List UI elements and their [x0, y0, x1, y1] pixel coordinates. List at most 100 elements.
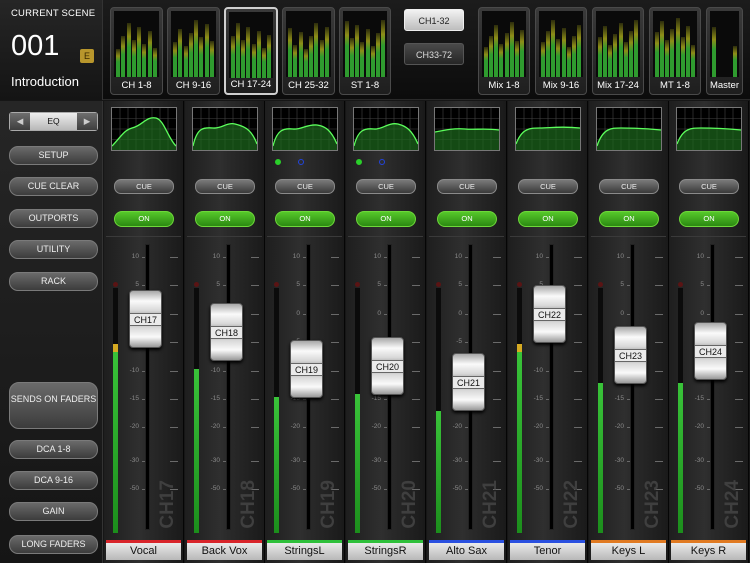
channel-name[interactable]: Vocal: [106, 543, 181, 560]
cue-button[interactable]: CUE: [518, 179, 578, 194]
scale-label: -30: [290, 456, 300, 464]
gain-button[interactable]: GAIN: [9, 502, 98, 521]
eq-graph[interactable]: [111, 107, 177, 151]
bank-thumb-9[interactable]: MT 1-8: [649, 7, 701, 95]
channel-name[interactable]: Alto Sax: [429, 543, 504, 560]
dca-9-16-button[interactable]: DCA 9-16: [9, 471, 98, 490]
scale-label: 0: [700, 309, 704, 317]
bank-thumb-6[interactable]: Mix 1-8: [478, 7, 530, 95]
on-button[interactable]: ON: [518, 211, 578, 227]
sends-on-faders-button[interactable]: SENDS ON FADERS: [9, 382, 98, 429]
fader-knob-ch24[interactable]: CH24: [694, 321, 727, 380]
channel-watermark: CH23: [642, 480, 663, 529]
indicator-dots: [437, 159, 497, 167]
scale-label: -50: [129, 485, 139, 493]
scale-mark: 5: [685, 280, 747, 290]
bank-label: MT 1-8: [660, 80, 690, 91]
fader-knob-ch18[interactable]: CH18: [210, 303, 243, 362]
eq-graph[interactable]: [192, 107, 258, 151]
eq-graph[interactable]: [353, 107, 419, 151]
bank-thumb-5[interactable]: ST 1-8: [339, 7, 391, 95]
channel-watermark: CH24: [722, 480, 743, 529]
rack-button[interactable]: RACK: [9, 272, 98, 291]
peak-led-icon: [194, 282, 199, 287]
scale-label: -50: [371, 485, 381, 493]
setup-button[interactable]: SETUP: [9, 146, 98, 165]
fader-knob-ch23[interactable]: CH23: [614, 326, 647, 385]
bank-meters: [653, 11, 697, 77]
level-meter: [355, 288, 360, 533]
on-button[interactable]: ON: [437, 211, 497, 227]
fader-knob-ch19[interactable]: CH19: [290, 339, 323, 398]
scale-label: -20: [290, 423, 300, 431]
fader-knob-ch17[interactable]: CH17: [129, 289, 162, 348]
on-button[interactable]: ON: [275, 211, 335, 227]
scale-mark: 10: [362, 252, 424, 262]
eq-graph[interactable]: [676, 107, 742, 151]
bank-thumb-8[interactable]: Mix 17-24: [592, 7, 644, 95]
channel-strip-ch22: CUEON1050-5-10-15-20-30-50CH22CH22Tenor: [508, 101, 588, 563]
fader-knob-ch21[interactable]: CH21: [452, 353, 485, 412]
peak-led-icon: [598, 282, 603, 287]
cue-button[interactable]: CUE: [275, 179, 335, 194]
channel-name[interactable]: Back Vox: [187, 543, 262, 560]
channel-watermark: CH17: [157, 480, 178, 529]
meter-fill: [194, 368, 199, 533]
cue-clear-button[interactable]: CUE CLEAR: [9, 177, 98, 196]
ch1-32-button[interactable]: CH1-32: [404, 9, 464, 31]
view-selector[interactable]: ◀ EQ ▶: [9, 112, 98, 131]
on-button[interactable]: ON: [679, 211, 739, 227]
prev-view-icon[interactable]: ◀: [10, 113, 30, 130]
scale-mark: -10: [120, 366, 182, 376]
outports-button[interactable]: OUTPORTS: [9, 209, 98, 228]
cue-button[interactable]: CUE: [437, 179, 497, 194]
next-view-icon[interactable]: ▶: [77, 113, 97, 130]
scale-mark: 10: [443, 252, 505, 262]
current-scene-panel[interactable]: CURRENT SCENE 001 E Introduction: [0, 0, 103, 100]
bank-thumb-3[interactable]: CH 17-24: [224, 7, 278, 95]
eq-graph[interactable]: [272, 107, 338, 151]
cue-button[interactable]: CUE: [114, 179, 174, 194]
scale-mark: 10: [281, 252, 343, 262]
ch33-72-button[interactable]: CH33-72: [404, 43, 464, 65]
channel-name[interactable]: StringsR: [348, 543, 423, 560]
cue-button[interactable]: CUE: [356, 179, 416, 194]
channel-name[interactable]: StringsL: [267, 543, 342, 560]
cue-button[interactable]: CUE: [599, 179, 659, 194]
strip-divider: [510, 236, 585, 237]
utility-button[interactable]: UTILITY: [9, 240, 98, 259]
bank-thumb-7[interactable]: Mix 9-16: [535, 7, 587, 95]
cue-button[interactable]: CUE: [195, 179, 255, 194]
scale-label: 0: [458, 309, 462, 317]
indicator-dots: [275, 159, 335, 167]
scale-mark: -30: [362, 456, 424, 466]
status-dot-icon: [379, 159, 385, 165]
bank-thumb-10[interactable]: Master: [706, 7, 743, 95]
bank-thumb-4[interactable]: CH 25-32: [282, 7, 335, 95]
fader-knob-ch20[interactable]: CH20: [371, 337, 404, 396]
channel-name[interactable]: Keys L: [591, 543, 666, 560]
eq-graph[interactable]: [515, 107, 581, 151]
cue-button[interactable]: CUE: [679, 179, 739, 194]
meter-fill: [678, 382, 683, 533]
scale-mark: 0: [281, 309, 343, 319]
scale-label: 0: [377, 309, 381, 317]
fader-knob-ch22[interactable]: CH22: [533, 285, 566, 344]
on-button[interactable]: ON: [195, 211, 255, 227]
on-button[interactable]: ON: [599, 211, 659, 227]
on-button[interactable]: ON: [356, 211, 416, 227]
bank-thumb-2[interactable]: CH 9-16: [167, 7, 220, 95]
dca-1-8-button[interactable]: DCA 1-8: [9, 440, 98, 459]
on-button[interactable]: ON: [114, 211, 174, 227]
bank-label: ST 1-8: [350, 80, 380, 91]
channel-name[interactable]: Keys R: [671, 543, 746, 560]
eq-graph[interactable]: [434, 107, 500, 151]
eq-graph[interactable]: [596, 107, 662, 151]
scale-label: -50: [290, 485, 300, 493]
scale-mark: -20: [443, 422, 505, 432]
indicator-dots: [356, 159, 416, 167]
channel-name[interactable]: Tenor: [510, 543, 585, 560]
long-faders-button[interactable]: LONG FADERS: [9, 535, 98, 554]
level-meter: [113, 288, 118, 533]
bank-thumb-1[interactable]: CH 1-8: [110, 7, 163, 95]
